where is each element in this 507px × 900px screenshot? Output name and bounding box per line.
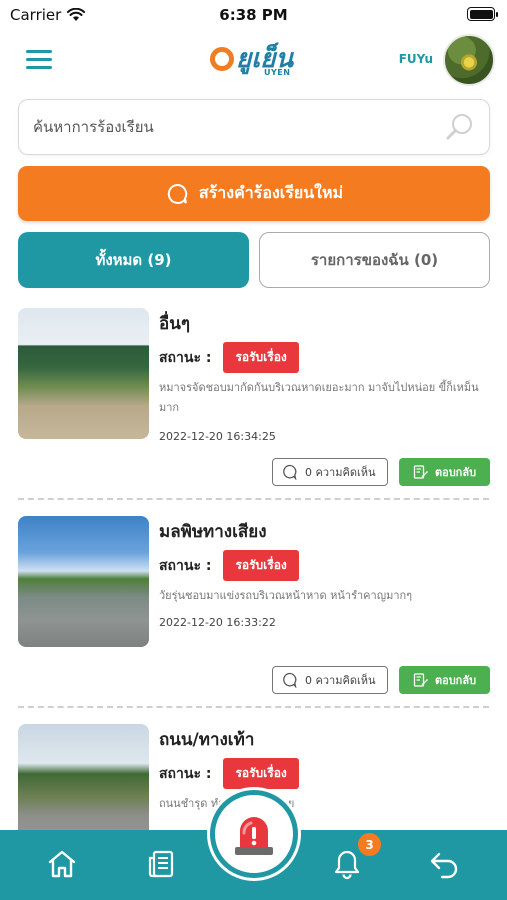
complaint-title: อื่นๆ (159, 314, 190, 334)
back-arrow-icon[interactable] (424, 844, 464, 884)
notification-count-badge: 3 (358, 833, 381, 856)
status-label: สถานะ : (159, 349, 212, 366)
complaint-description: หมาจรจัดชอบมากัดกันบริเวณหาดเยอะมาก มาจั… (159, 381, 479, 414)
comments-button[interactable]: 0 ความคิดเห็น (272, 458, 388, 486)
search-icon[interactable] (445, 112, 475, 142)
complaint-list[interactable]: อื่นๆ สถานะ : รอรับเรื่อง หมาจรจัดชอบมาก… (0, 298, 507, 830)
search-input[interactable] (33, 114, 433, 140)
list-item[interactable]: มลพิษทางเสียง สถานะ : รอรับเรื่อง วัยรุ่… (0, 506, 507, 714)
list-item[interactable]: อื่นๆ สถานะ : รอรับเรื่อง หมาจรจัดชอบมาก… (0, 298, 507, 506)
document-list-icon-glyph (148, 850, 174, 878)
bell-icon-glyph (334, 850, 360, 880)
reply-button[interactable]: ตอบกลับ (399, 666, 490, 694)
emergency-alert-button[interactable] (210, 790, 298, 878)
status-badge: รอรับเรื่อง (223, 758, 299, 789)
complaint-photo[interactable] (18, 516, 149, 647)
battery-icon (467, 7, 498, 21)
logo-subtext: UYEN (264, 68, 291, 77)
status-badge: รอรับเรื่อง (223, 342, 299, 373)
complaint-date: 2022-12-20 16:33:22 (159, 616, 276, 629)
edit-note-icon (413, 673, 428, 687)
siren-icon (235, 817, 273, 855)
logo-ring-icon (210, 46, 234, 71)
complaint-title: มลพิษทางเสียง (159, 522, 267, 542)
reply-label: ตอบกลับ (434, 674, 477, 687)
reply-button[interactable]: ตอบกลับ (399, 458, 490, 486)
hamburger-menu-icon[interactable] (26, 50, 52, 70)
create-complaint-button[interactable]: สร้างคำร้องเรียนใหม่ (18, 166, 490, 221)
complaint-title: ถนน/ทางเท้า (159, 730, 255, 750)
list-divider (18, 498, 489, 500)
tab-all[interactable]: ทั้งหมด (9) (18, 232, 249, 288)
complaint-description: ถนนชำรุด ทำให้เกิดอันตราย (159, 797, 294, 810)
complaint-photo[interactable] (18, 724, 149, 830)
complaint-description: วัยรุ่นชอบมาแข่งรถบริเวณหน้าหาด หน้ารำคา… (159, 589, 413, 602)
chat-bubble-icon (167, 183, 188, 204)
status-row: สถานะ : รอรับเรื่อง (159, 550, 299, 581)
back-arrow-icon-glyph (430, 852, 458, 879)
comment-icon (283, 672, 297, 688)
tab-my-items-label: รายการของฉัน (0) (310, 251, 439, 269)
status-row: สถานะ : รอรับเรื่อง (159, 758, 299, 789)
status-label: สถานะ : (159, 557, 212, 574)
reply-label: ตอบกลับ (434, 466, 477, 479)
comment-icon (283, 464, 297, 480)
app-header: ยูเย็น UYEN FUYu (0, 30, 507, 90)
complaint-photo[interactable] (18, 308, 149, 439)
home-icon-glyph (48, 850, 76, 878)
comments-button[interactable]: 0 ความคิดเห็น (272, 666, 388, 694)
status-label: สถานะ : (159, 765, 212, 782)
comments-count-label: 0 ความคิดเห็น (305, 674, 376, 687)
create-complaint-label: สร้างคำร้องเรียนใหม่ (198, 183, 344, 202)
user-name[interactable]: FUYu (399, 52, 433, 66)
app-logo: ยูเย็น UYEN (210, 38, 300, 80)
list-divider (18, 706, 489, 708)
clock: 6:38 PM (219, 6, 288, 24)
comments-count-label: 0 ความคิดเห็น (305, 466, 376, 479)
status-badge: รอรับเรื่อง (223, 550, 299, 581)
search-box (18, 99, 490, 155)
avatar[interactable] (443, 34, 495, 86)
tab-all-label: ทั้งหมด (9) (95, 251, 172, 269)
status-bar: Carrier 6:38 PM (0, 0, 507, 30)
document-list-icon[interactable] (141, 844, 181, 884)
home-icon[interactable] (42, 844, 82, 884)
complaint-date: 2022-12-20 16:34:25 (159, 430, 276, 443)
status-row: สถานะ : รอรับเรื่อง (159, 342, 299, 373)
edit-note-icon (413, 465, 428, 479)
tab-my-items[interactable]: รายการของฉัน (0) (259, 232, 490, 288)
